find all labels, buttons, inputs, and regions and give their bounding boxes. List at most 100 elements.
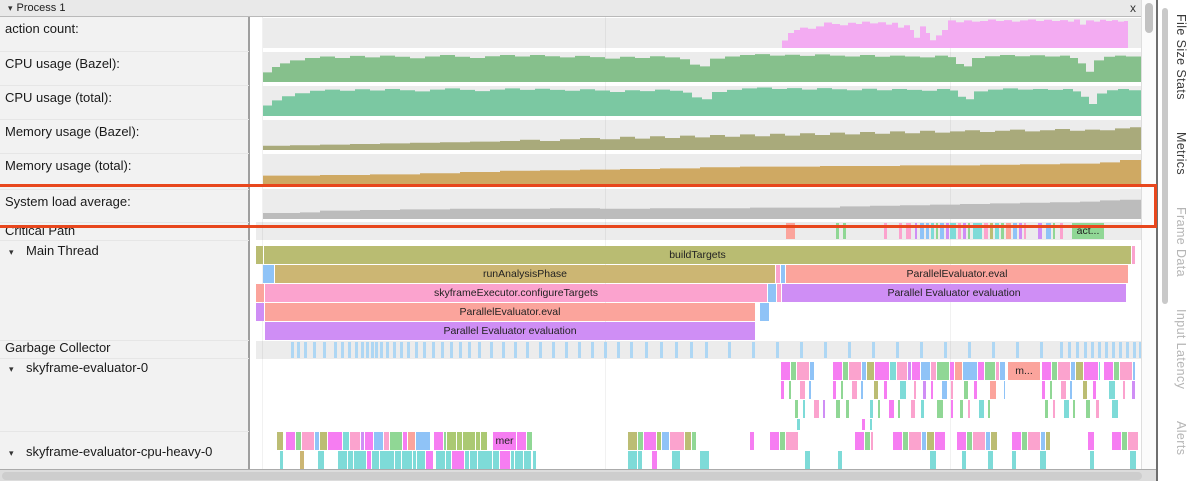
vertical-scrollbar[interactable] xyxy=(1141,0,1156,469)
thread-slice xyxy=(478,451,492,469)
thread-span[interactable]: Parallel Evaluator evaluation xyxy=(265,322,755,340)
thread-slice xyxy=(280,451,283,469)
thread-slice xyxy=(670,432,684,450)
critical-path-bar xyxy=(843,223,846,239)
gc-tick xyxy=(1105,342,1108,358)
thread-slice xyxy=(960,400,963,418)
thread-slice xyxy=(957,432,966,450)
collapse-skyframe-evaluator-icon[interactable]: ▾ xyxy=(9,364,14,375)
thread-slice xyxy=(380,451,394,469)
thread-slice xyxy=(1042,362,1051,380)
gc-tick xyxy=(514,342,517,358)
thread-span[interactable]: ParallelEvaluator.eval xyxy=(265,303,755,321)
collapse-skyframe-cpu-heavy-icon[interactable]: ▾ xyxy=(9,448,14,459)
thread-span[interactable]: skyframeExecutor.configureTargets xyxy=(265,284,767,302)
timeline-canvas[interactable]: ▾Process 1 x action count: CPU usage (Ba… xyxy=(0,0,1141,481)
gc-tick xyxy=(380,342,383,358)
gc-tick xyxy=(1098,342,1101,358)
horizontal-scrollbar[interactable] xyxy=(0,469,1156,481)
gc-tick xyxy=(490,342,493,358)
gc-tick xyxy=(361,342,364,358)
thread-slice xyxy=(517,432,526,450)
thread-slice xyxy=(452,451,464,469)
thread-slice xyxy=(1022,432,1027,450)
gc-tick xyxy=(944,342,947,358)
gc-tick xyxy=(415,342,418,358)
thread-slice xyxy=(408,432,415,450)
critical-path-bar xyxy=(1013,223,1017,239)
thread-slice xyxy=(354,451,366,469)
thread-slice xyxy=(836,400,840,418)
thread-span-fragment xyxy=(256,284,264,302)
gc-tick xyxy=(407,342,410,358)
tab-file-size-stats[interactable]: File Size Stats xyxy=(1174,14,1188,100)
thread-span[interactable]: ParallelEvaluator.eval xyxy=(786,265,1128,283)
thread-slice xyxy=(979,400,984,418)
thread-slice xyxy=(805,451,810,469)
thread-span[interactable]: mer xyxy=(493,432,516,450)
gc-tick xyxy=(1091,342,1094,358)
thread-span[interactable]: m... xyxy=(1008,362,1040,380)
vertical-scrollbar-thumb[interactable] xyxy=(1145,3,1153,33)
thread-slice xyxy=(446,451,451,469)
row-label-action-count: action count: xyxy=(5,21,79,36)
counter-chart-2[interactable] xyxy=(252,86,1141,116)
thread-span-fragment xyxy=(263,265,274,283)
row-label-skyframe-cpu-heavy-0[interactable]: skyframe-evaluator-cpu-heavy-0 xyxy=(26,444,212,459)
collapse-process-icon[interactable]: ▾ xyxy=(8,3,13,13)
critical-path-bar xyxy=(920,223,924,239)
thread-slice xyxy=(384,432,389,450)
gc-tick xyxy=(992,342,995,358)
thread-slice xyxy=(875,362,889,380)
critical-path-bar xyxy=(786,223,795,239)
row-label-skyframe-evaluator-0[interactable]: skyframe-evaluator-0 xyxy=(26,360,148,375)
thread-slice xyxy=(1112,432,1121,450)
critical-path-span[interactable]: act... xyxy=(1072,223,1104,239)
thread-slice xyxy=(644,432,656,450)
gc-tick xyxy=(423,342,426,358)
close-process-button[interactable]: x xyxy=(1126,1,1140,15)
row-label-main-thread[interactable]: Main Thread xyxy=(26,243,99,258)
gc-tick xyxy=(539,342,542,358)
gc-tick xyxy=(334,342,337,358)
gc-tick xyxy=(1016,342,1019,358)
counter-chart-4[interactable] xyxy=(252,154,1141,184)
gc-tick xyxy=(502,342,505,358)
thread-span-fragment xyxy=(1132,246,1135,264)
thread-span[interactable]: runAnalysisPhase xyxy=(275,265,775,283)
counter-chart-0[interactable] xyxy=(252,18,1141,48)
process-header[interactable]: ▾Process 1 x xyxy=(0,0,1141,17)
thread-slice xyxy=(628,432,637,450)
thread-slice xyxy=(1012,451,1016,469)
counter-chart-1[interactable] xyxy=(252,52,1141,82)
thread-slice xyxy=(865,432,870,450)
gc-tick xyxy=(375,342,378,358)
counter-chart-5[interactable] xyxy=(252,189,1141,219)
tab-input-latency[interactable]: Input Latency xyxy=(1174,309,1188,389)
tab-frame-data[interactable]: Frame Data xyxy=(1174,207,1188,277)
thread-span[interactable]: Parallel Evaluator evaluation xyxy=(782,284,1126,302)
thread-span[interactable]: buildTargets xyxy=(264,246,1131,264)
tab-metrics[interactable]: Metrics xyxy=(1174,132,1188,175)
thread-slice xyxy=(874,381,878,399)
gc-tick xyxy=(313,342,316,358)
thread-slice xyxy=(1090,451,1094,469)
thread-slice xyxy=(1086,400,1090,418)
counter-chart-3[interactable] xyxy=(252,120,1141,150)
sidebar-scrollbar-thumb[interactable] xyxy=(1162,8,1168,304)
thread-slice xyxy=(985,362,995,380)
gc-tick xyxy=(604,342,607,358)
thread-slice xyxy=(942,381,947,399)
tab-alerts[interactable]: Alerts xyxy=(1174,421,1188,455)
collapse-main-thread-icon[interactable]: ▾ xyxy=(9,247,14,258)
gc-tick xyxy=(848,342,851,358)
gc-tick xyxy=(1084,342,1087,358)
thread-slice xyxy=(1028,432,1040,450)
gc-tick xyxy=(552,342,555,358)
horizontal-scrollbar-thumb[interactable] xyxy=(2,472,1142,480)
tab-stack: File Size Stats Metrics Frame Data Input… xyxy=(1174,14,1188,456)
critical-path-bar xyxy=(1060,223,1063,239)
thread-slice xyxy=(402,451,412,469)
thread-slice xyxy=(931,381,933,399)
thread-slice xyxy=(527,432,532,450)
